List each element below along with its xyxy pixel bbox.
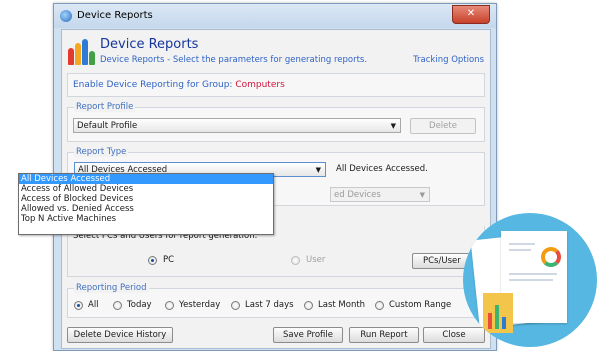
report-type-dropdown-list: All Devices Accessed Access of Allowed D…	[18, 173, 274, 235]
period-custom-label: Custom Range	[389, 300, 452, 310]
close-window-button[interactable]: ✕	[452, 5, 490, 24]
reporting-period-legend: Reporting Period	[74, 283, 149, 293]
period-all-label: All	[88, 300, 99, 310]
user-radio-label: User	[306, 255, 326, 265]
page-title: Device Reports	[100, 37, 199, 52]
chevron-down-icon: ▼	[315, 166, 321, 174]
reporting-period-group: Reporting Period All Today Yesterday Las…	[67, 283, 485, 318]
chevron-down-icon: ▼	[419, 191, 425, 199]
period-today-radio[interactable]	[113, 301, 122, 310]
donut-chart-icon	[541, 247, 561, 267]
period-lastmonth-label: Last Month	[318, 300, 366, 310]
report-type-option[interactable]: Access of Blocked Devices	[19, 194, 273, 204]
group-reporting-box: Enable Device Reporting for Group: Compu…	[67, 73, 485, 97]
page-subtitle: Device Reports - Select the parameters f…	[100, 55, 368, 65]
report-type-description: All Devices Accessed.	[336, 164, 428, 174]
user-radio[interactable]	[291, 256, 300, 265]
save-profile-button[interactable]: Save Profile	[273, 327, 343, 343]
group-name-link[interactable]: Computers	[235, 80, 284, 90]
close-button[interactable]: Close	[423, 327, 485, 343]
run-report-button[interactable]: Run Report	[349, 327, 419, 343]
window-title: Device Reports	[77, 10, 153, 21]
title-bar: Device Reports ✕	[54, 4, 496, 28]
bar-chart-icon	[483, 293, 513, 333]
period-yesterday-radio[interactable]	[165, 301, 174, 310]
pc-radio[interactable]	[148, 256, 157, 265]
report-illustration-icon	[463, 213, 597, 347]
report-profile-value: Default Profile	[77, 121, 138, 131]
report-profile-legend: Report Profile	[74, 102, 136, 112]
group-reporting-text: Enable Device Reporting for Group: Compu…	[73, 80, 285, 90]
pc-radio-label: PC	[163, 255, 175, 265]
tracking-options-link[interactable]: Tracking Options	[413, 55, 484, 65]
report-profile-group: Report Profile Default Profile ▼ Delete	[67, 102, 485, 142]
report-type-option[interactable]: Allowed vs. Denied Access	[19, 204, 273, 214]
delete-profile-button[interactable]: Delete	[410, 118, 476, 134]
period-last7-label: Last 7 days	[245, 300, 294, 310]
period-last7-radio[interactable]	[231, 301, 240, 310]
period-lastmonth-radio[interactable]	[304, 301, 313, 310]
group-reporting-label: Enable Device Reporting for Group:	[73, 80, 233, 90]
period-all-radio[interactable]	[74, 301, 83, 310]
report-type-option[interactable]: All Devices Accessed	[19, 174, 273, 184]
report-type-option[interactable]: Access of Allowed Devices	[19, 184, 273, 194]
device-reports-logo-icon	[68, 39, 95, 65]
period-custom-radio[interactable]	[375, 301, 384, 310]
period-yesterday-label: Yesterday	[179, 300, 221, 310]
period-today-label: Today	[127, 300, 152, 310]
delete-device-history-button[interactable]: Delete Device History	[67, 327, 173, 343]
report-type-legend: Report Type	[74, 147, 129, 157]
report-type-option[interactable]: Top N Active Machines	[19, 214, 273, 224]
secondary-device-value: ed Devices	[334, 190, 381, 200]
report-profile-select[interactable]: Default Profile ▼	[73, 118, 401, 133]
secondary-device-select[interactable]: ed Devices ▼	[330, 187, 430, 202]
chevron-down-icon: ▼	[390, 122, 396, 130]
app-icon	[60, 10, 72, 22]
